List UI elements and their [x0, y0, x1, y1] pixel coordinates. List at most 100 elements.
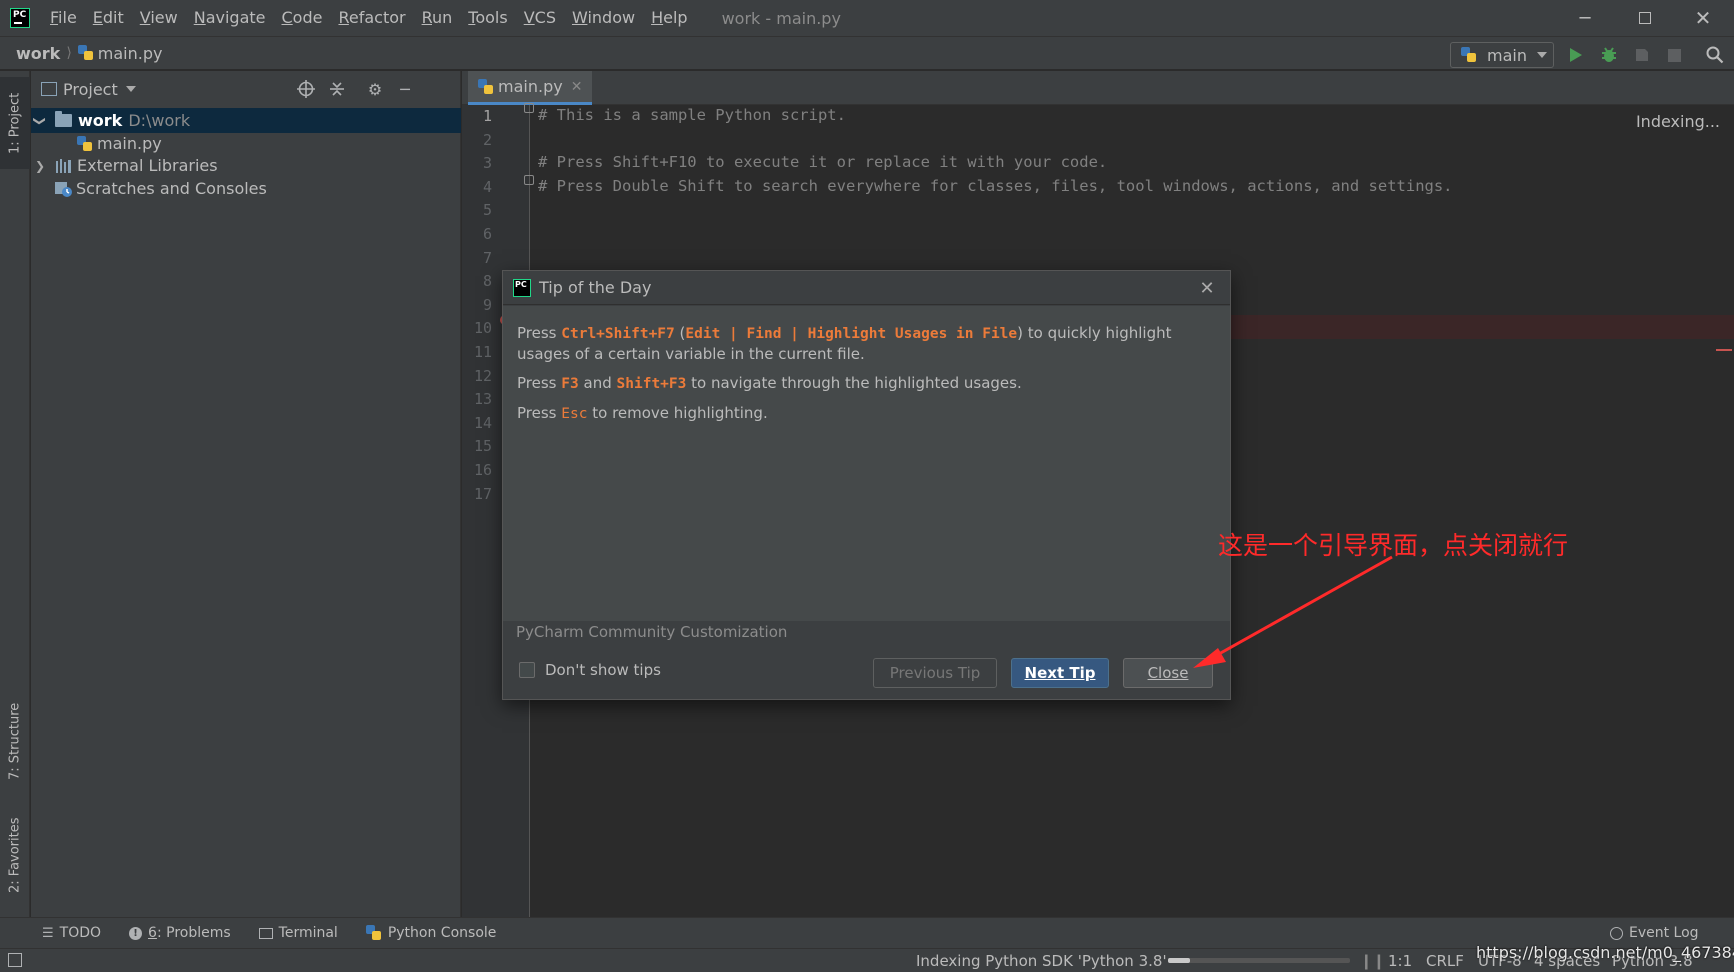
- close-tab-icon[interactable]: ✕: [571, 79, 583, 95]
- structure-tool-tab[interactable]: 7: Structure: [0, 686, 30, 796]
- tree-item-label: work: [78, 111, 123, 130]
- menu-item[interactable]: View: [132, 0, 186, 36]
- tree-item-work[interactable]: ❯ work D:\work: [31, 108, 461, 133]
- run-button[interactable]: [1565, 44, 1587, 66]
- menu-bar: File Edit View Navigate Code Refactor Run Tools…: [42, 0, 696, 36]
- caret-position[interactable]: 1:1: [1388, 952, 1412, 970]
- search-icon: [1706, 46, 1724, 64]
- hide-panel-icon[interactable]: ─: [395, 79, 415, 99]
- menu-mnemonic: R: [338, 8, 349, 27]
- fold-start-icon[interactable]: [524, 103, 534, 113]
- error-stripe-marker[interactable]: [1716, 349, 1732, 351]
- debug-button[interactable]: [1598, 44, 1620, 66]
- python-console-tab[interactable]: Python Console: [365, 925, 497, 941]
- bug-icon: [1602, 47, 1616, 62]
- menu-item[interactable]: Navigate: [186, 0, 274, 36]
- menu-label: dit: [102, 8, 124, 27]
- libraries-icon: [56, 158, 71, 173]
- project-panel: Project ⚙ ─ ❯ work D:\work main.py ❯ Ext…: [31, 71, 461, 917]
- next-tip-button[interactable]: Next Tip: [1011, 658, 1109, 688]
- minimize-icon[interactable]: ─: [1556, 0, 1614, 36]
- code-line: # Press Double Shift to search everywher…: [538, 176, 1453, 195]
- line-separator[interactable]: CRLF: [1426, 952, 1464, 970]
- line-number: 15: [473, 437, 492, 456]
- checkbox-icon[interactable]: [519, 662, 535, 678]
- close-button[interactable]: Close: [1123, 658, 1213, 688]
- stop-button[interactable]: [1663, 44, 1685, 66]
- menu-item[interactable]: VCS: [516, 0, 564, 36]
- menu-label: un: [432, 8, 453, 27]
- chevron-right-icon[interactable]: ❯: [35, 159, 45, 173]
- chevron-down-icon[interactable]: [125, 86, 136, 92]
- python-file-icon: [478, 78, 494, 95]
- todo-tab[interactable]: ☰ TODO: [42, 925, 101, 941]
- breadcrumb-separator-icon: ⟩: [66, 45, 72, 61]
- project-view-title[interactable]: Project: [63, 80, 118, 99]
- indexing-progress-bar: [1168, 958, 1350, 963]
- menu-item[interactable]: Refactor: [330, 0, 413, 36]
- breadcrumb-project[interactable]: work: [16, 44, 60, 63]
- terminal-icon: [258, 927, 273, 939]
- code-line: # This is a sample Python script.: [538, 106, 846, 124]
- menu-item[interactable]: Run: [414, 0, 461, 36]
- dont-show-tips-checkbox[interactable]: Don't show tips: [519, 661, 661, 679]
- shortcut-text: Ctrl+Shift+F7: [561, 326, 675, 342]
- menu-mnemonic: C: [281, 8, 293, 27]
- menu-label: ools: [475, 8, 508, 27]
- fold-end-icon[interactable]: [524, 175, 534, 185]
- menu-item[interactable]: Edit: [85, 0, 132, 36]
- scratches-icon: [55, 181, 72, 197]
- run-with-coverage-button[interactable]: [1631, 44, 1653, 66]
- tip-paragraph: Press F3 and Shift+F3 to navigate throug…: [517, 373, 1216, 394]
- progress-fill: [1168, 958, 1190, 963]
- tip-paragraph: Press Esc to remove highlighting.: [517, 403, 1216, 424]
- breadcrumb-file[interactable]: main.py: [98, 44, 163, 63]
- menu-mnemonic: E: [92, 8, 103, 27]
- line-number: 9: [482, 295, 492, 314]
- dont-show-tips-label: Don't show tips: [545, 661, 661, 679]
- status-bar: Indexing Python SDK 'Python 3.8' ❙❙ 1:1 …: [0, 943, 1734, 972]
- toggle-tool-windows-icon[interactable]: [8, 953, 22, 967]
- menu-item[interactable]: Window: [564, 0, 643, 36]
- code-line: # Press Shift+F10 to execute it or repla…: [538, 153, 1108, 172]
- structure-tool-tab-label: 7: Structure: [7, 702, 23, 780]
- tree-item-external-libraries[interactable]: ❯ External Libraries: [31, 153, 461, 178]
- event-log-tab[interactable]: Event Log: [1610, 925, 1699, 941]
- menu-item[interactable]: Code: [274, 0, 331, 36]
- menu-item[interactable]: Help: [643, 0, 695, 36]
- run-configuration-select[interactable]: main: [1450, 42, 1554, 68]
- editor-tab-main-py[interactable]: main.py ✕: [468, 71, 593, 105]
- line-number: 3: [482, 154, 492, 173]
- python-file-icon: [77, 45, 94, 61]
- close-window-icon[interactable]: ✕: [1674, 0, 1732, 36]
- pause-icon[interactable]: ❙❙: [1360, 952, 1385, 970]
- terminal-tab[interactable]: Terminal: [258, 925, 338, 941]
- menu-mnemonic: N: [193, 8, 206, 27]
- project-tool-tab[interactable]: 1: Project: [0, 77, 30, 169]
- tree-item-scratches[interactable]: Scratches and Consoles: [31, 176, 461, 201]
- python-icon: [365, 925, 382, 941]
- chevron-expanded-icon[interactable]: ❯: [33, 115, 47, 125]
- locate-file-icon[interactable]: [296, 79, 316, 99]
- maximize-icon[interactable]: [1616, 0, 1674, 36]
- previous-tip-button[interactable]: Previous Tip: [873, 658, 997, 688]
- favorites-tool-tab[interactable]: 2: Favorites: [0, 805, 30, 905]
- problems-tab[interactable]: ! 6: Problems: [129, 925, 231, 941]
- python-file-icon: [77, 135, 93, 152]
- dialog-footer: Don't show tips Previous Tip Next Tip Cl…: [503, 645, 1230, 699]
- close-icon[interactable]: ✕: [1196, 277, 1218, 299]
- gear-icon[interactable]: ⚙: [365, 79, 385, 99]
- watermark: https://blog.csdn.net/m0_46738467: [1476, 943, 1734, 962]
- editor-tab-label: main.py: [498, 77, 563, 96]
- info-icon: !: [129, 926, 143, 940]
- menu-item[interactable]: File: [42, 0, 85, 36]
- python-icon: [1461, 47, 1477, 63]
- line-number: 5: [482, 201, 492, 220]
- menu-item[interactable]: Tools: [460, 0, 515, 36]
- annotation-text: 这是一个引导界面，点关闭就行: [1218, 531, 1569, 560]
- shortcut-text: Esc: [561, 406, 588, 422]
- chevron-down-icon: [1536, 52, 1547, 58]
- collapse-all-icon[interactable]: [327, 79, 347, 99]
- python-console-label: Python Console: [387, 925, 497, 941]
- search-everywhere-button[interactable]: [1704, 44, 1726, 66]
